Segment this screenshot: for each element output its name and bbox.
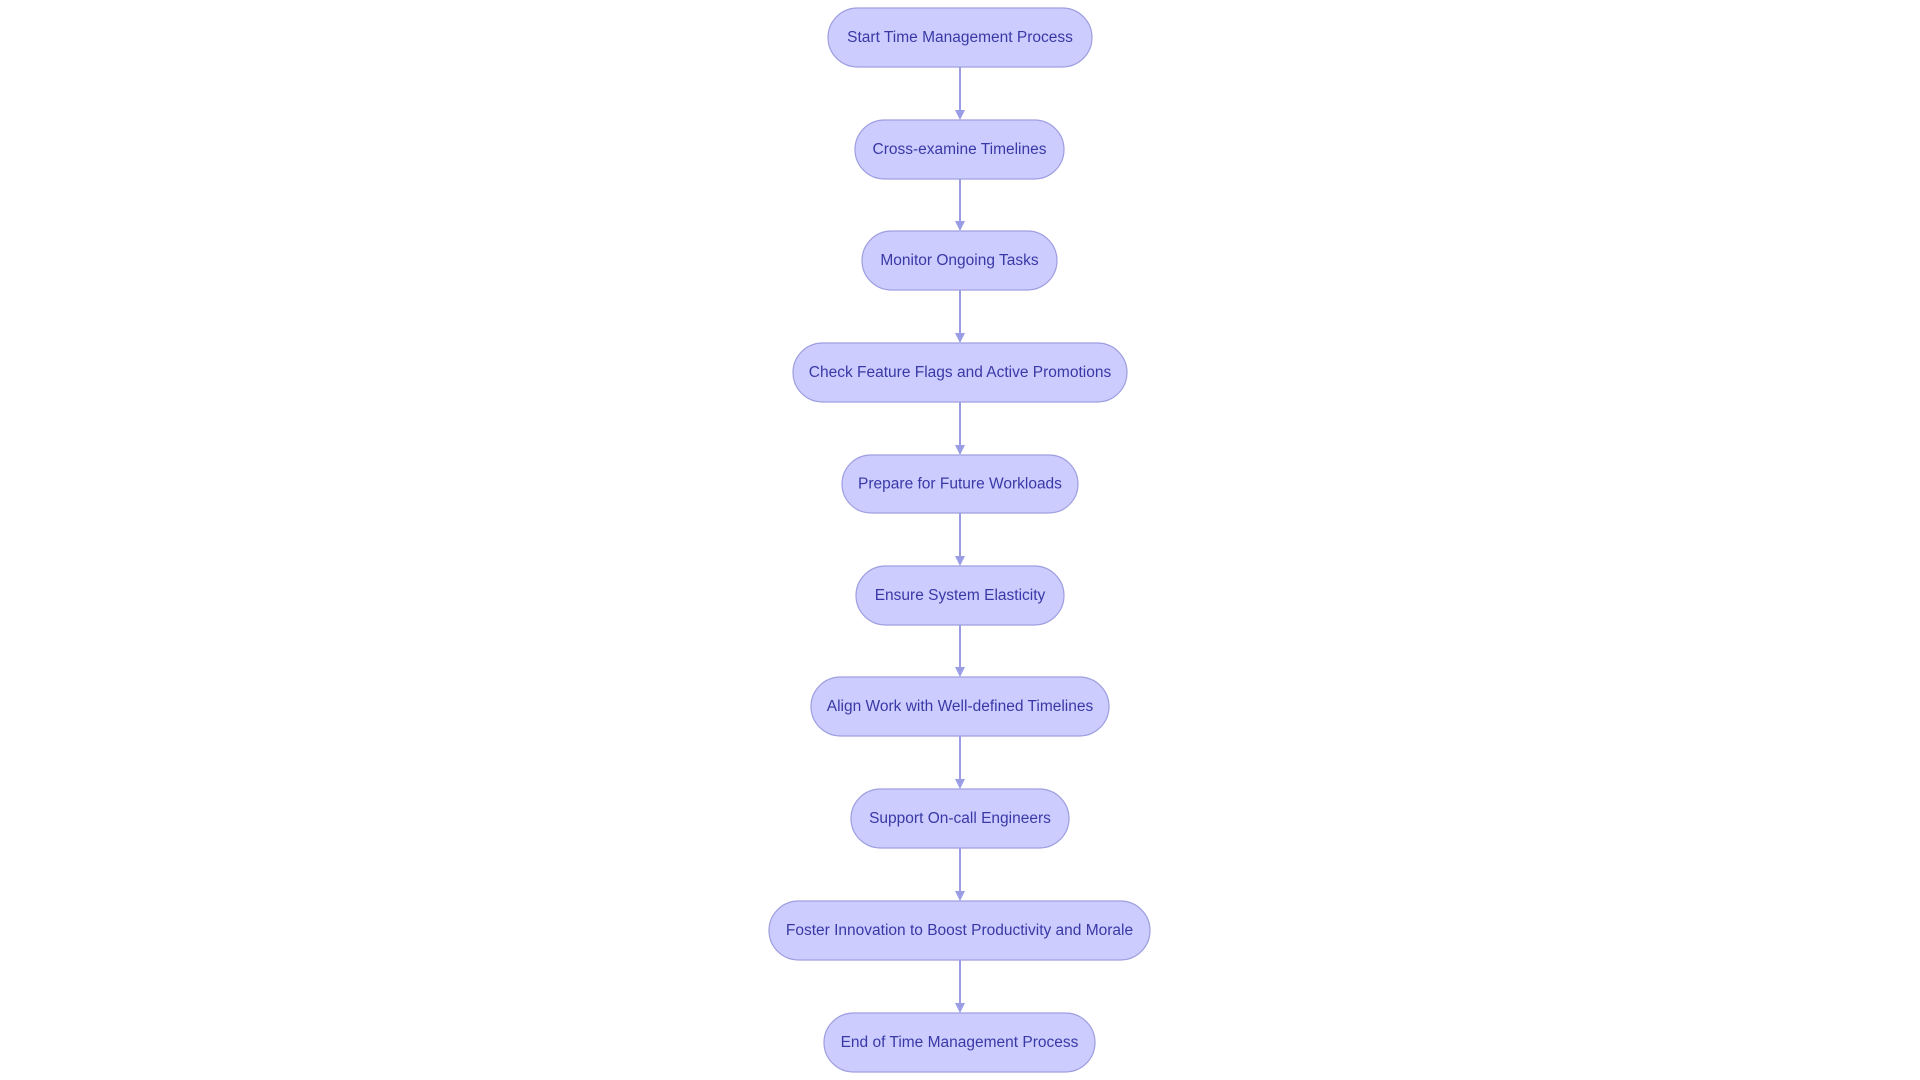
arrowhead-icon <box>955 110 965 120</box>
flow-node-end: End of Time Management Process <box>823 1012 1096 1073</box>
node-label: Prepare for Future Workloads <box>858 476 1062 493</box>
edge-monitor-to-flags <box>955 290 965 343</box>
node-label: Support On-call Engineers <box>869 810 1051 827</box>
node-label: Align Work with Well-defined Timelines <box>827 698 1094 715</box>
node-label: Check Feature Flags and Active Promotion… <box>809 364 1112 381</box>
flow-node-support: Support On-call Engineers <box>850 788 1070 849</box>
flow-node-start: Start Time Management Process <box>827 7 1093 68</box>
arrowhead-icon <box>955 891 965 901</box>
flow-node-foster: Foster Innovation to Boost Productivity … <box>768 900 1151 961</box>
edge-flags-to-prepare <box>955 402 965 455</box>
arrowhead-icon <box>955 1003 965 1013</box>
node-label: Monitor Ongoing Tasks <box>880 252 1038 269</box>
node-label: Foster Innovation to Boost Productivity … <box>786 922 1133 939</box>
node-label: Ensure System Elasticity <box>875 587 1046 604</box>
flow-node-monitor: Monitor Ongoing Tasks <box>861 230 1058 291</box>
arrowhead-icon <box>955 445 965 455</box>
arrowhead-icon <box>955 779 965 789</box>
node-label: Cross-examine Timelines <box>873 141 1047 158</box>
node-label: End of Time Management Process <box>841 1034 1079 1051</box>
edges-layer <box>955 67 965 1013</box>
edge-cross-to-monitor <box>955 179 965 231</box>
arrowhead-icon <box>955 556 965 566</box>
node-label: Start Time Management Process <box>847 29 1073 46</box>
edge-prepare-to-elastic <box>955 513 965 566</box>
flow-node-align: Align Work with Well-defined Timelines <box>810 676 1110 737</box>
flow-node-cross: Cross-examine Timelines <box>854 119 1065 180</box>
edge-elastic-to-align <box>955 625 965 677</box>
flow-node-flags: Check Feature Flags and Active Promotion… <box>792 342 1128 403</box>
edge-support-to-foster <box>955 848 965 901</box>
flow-node-prepare: Prepare for Future Workloads <box>841 454 1079 514</box>
flowchart-diagram: Start Time Management Process Cross-exami… <box>768 7 1151 1073</box>
edge-foster-to-end <box>955 960 965 1013</box>
arrowhead-icon <box>955 221 965 231</box>
flow-node-elastic: Ensure System Elasticity <box>855 565 1065 626</box>
edge-align-to-support <box>955 736 965 789</box>
edge-start-to-cross <box>955 67 965 120</box>
arrowhead-icon <box>955 667 965 677</box>
arrowhead-icon <box>955 333 965 343</box>
